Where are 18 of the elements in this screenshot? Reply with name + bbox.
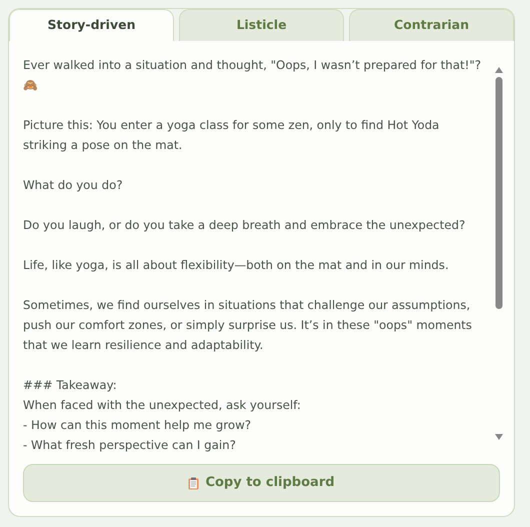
text-line: Sometimes, we find ourselves in situations that challenge our assumptions, [23,297,470,314]
text-line: Life, like yoga, is all about flexibility—both on the mat and in our minds. [23,257,449,274]
text-line: Do you laugh, or do you take a deep breath and embrace the unexpected? [23,217,466,234]
text-line: Picture this: You enter a yoga class for some zen, only to find Hot Yoda [23,117,440,134]
text-line: that we learn resilience and adaptability. [23,337,264,354]
text-line: - What fresh perspective can I gain? [23,437,236,454]
text-line: When faced with the unexpected, ask yourself: [23,397,301,414]
tab[interactable]: Contrarian [349,9,514,41]
tab[interactable]: Story-driven [9,9,174,41]
text-line: striking a pose on the mat. [23,137,182,154]
tab[interactable]: Listicle [179,9,344,41]
text-line: - How can this moment help me grow? [23,417,251,434]
text-line: push our comfort zones, or simply surprise us. It’s in these "oops" moments [23,317,472,334]
text-line: What do you do? [23,177,123,194]
copy-button[interactable]: Copy to clipboard [23,464,500,502]
text-line: ### Takeaway: [23,377,117,394]
text-line: 🙈 [23,77,38,94]
text-line: Ever walked into a situation and thought, "Oops, I wasn’t prepared for that!"? [23,57,482,74]
